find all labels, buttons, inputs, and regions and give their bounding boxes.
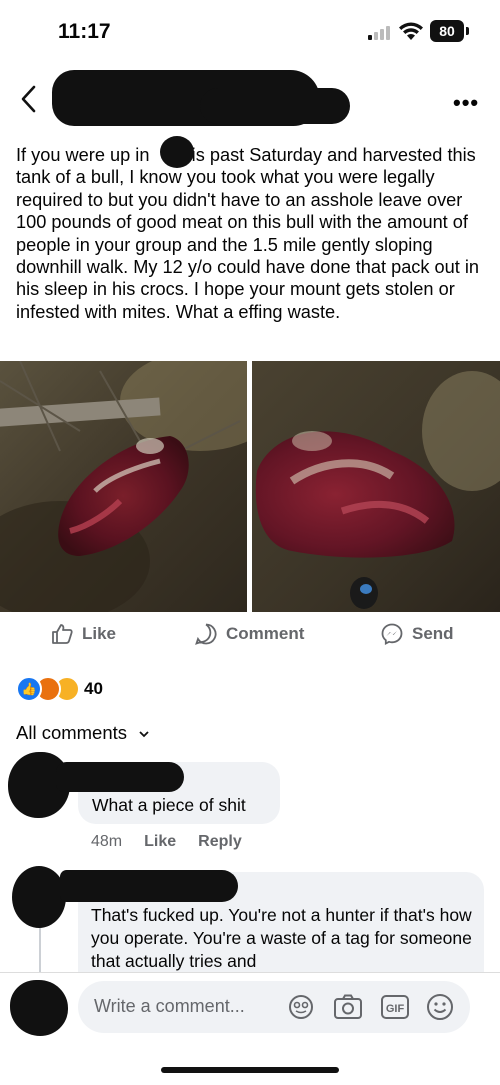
avatar[interactable] [12,866,66,928]
gif-icon[interactable]: GIF [381,995,409,1019]
reaction-count[interactable]: 40 [84,679,103,699]
comments-filter[interactable]: All comments [16,722,150,744]
comment-like-button[interactable]: Like [144,833,176,851]
comment-reply-button[interactable]: Reply [198,833,242,851]
redacted-header-name [200,88,350,124]
status-time: 11:17 [58,20,111,43]
comment-label: Comment [226,624,305,643]
post-image-1[interactable] [0,361,247,612]
redacted-commenter-name [56,762,184,792]
comments-filter-label: All comments [16,722,128,743]
messenger-icon [381,623,403,645]
comment-time: 48m [91,833,123,850]
battery-tip [466,27,469,35]
emoji-icon[interactable] [425,992,455,1022]
send-label: Send [412,624,454,643]
more-icon[interactable]: ••• [453,90,479,116]
reaction-icons[interactable]: 👍 [16,676,80,702]
camera-icon[interactable] [333,993,363,1021]
comment-button[interactable]: Comment [194,622,304,646]
post-text: If you were up in this past Saturday and… [16,145,480,322]
send-button[interactable]: Send [380,622,454,646]
redacted-commenter-name [60,870,238,902]
avatar-sticker-icon[interactable] [287,993,315,1021]
signal-icon [368,26,392,40]
like-button[interactable]: Like [50,622,116,646]
redacted-location [160,136,194,168]
comment-text: What a piece of shit [92,795,246,815]
chevron-down-icon [139,731,149,738]
like-reaction-icon: 👍 [16,676,42,702]
like-icon [52,624,73,644]
comment-icon [195,623,217,645]
chevron-left-icon[interactable] [18,84,40,114]
comment-text: That's fucked up. You're not a hunter if… [91,905,472,971]
avatar [10,980,68,1036]
comment-placeholder: Write a comment... [94,996,245,1016]
comment-meta: 48m Like Reply [91,833,242,851]
post-actions: Like Comment Send [0,622,500,654]
thread-line [39,920,41,980]
like-label: Like [82,624,117,643]
post-image-2[interactable] [252,361,500,612]
wifi-icon [399,22,423,40]
home-indicator[interactable] [161,1067,339,1073]
battery-icon: 80 [430,20,464,42]
